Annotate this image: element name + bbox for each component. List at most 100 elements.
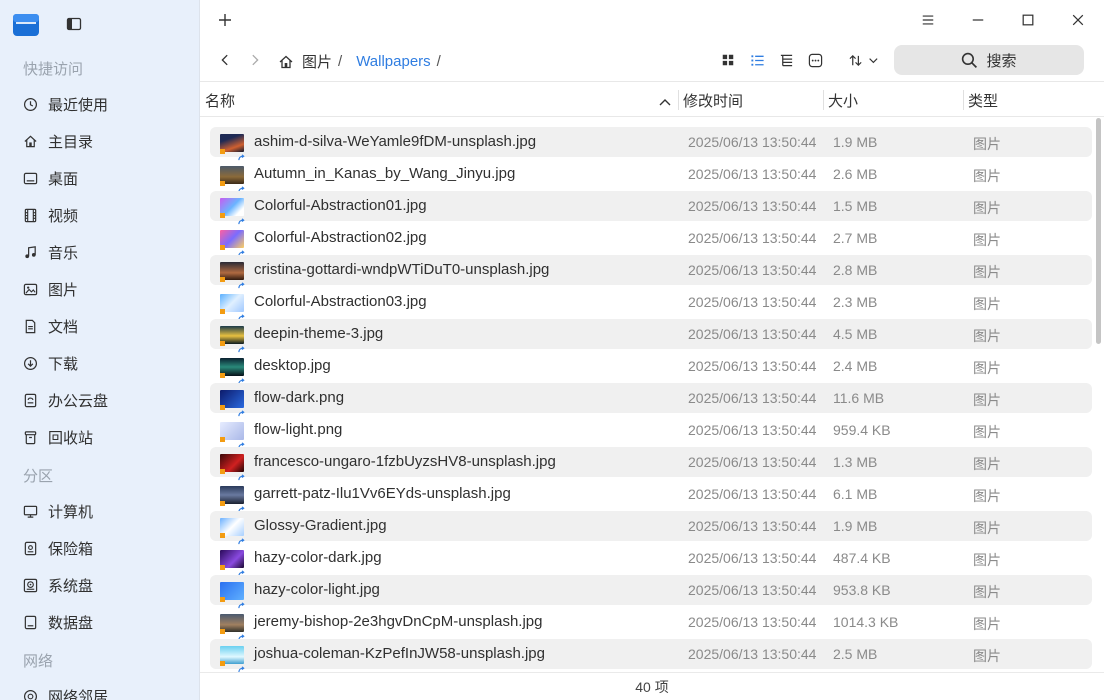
grid-icon	[722, 54, 734, 66]
sidebar-toggle-icon[interactable]	[66, 16, 82, 32]
new-tab-button[interactable]	[215, 10, 235, 30]
file-row[interactable]: jeremy-bishop-2e3hgvDnCpM-unsplash.jpg 20…	[210, 607, 1092, 641]
file-size: 953.8 KB	[833, 582, 891, 598]
file-type-badge-icon	[220, 501, 225, 506]
column-modified[interactable]: 修改时间	[683, 82, 743, 118]
file-row[interactable]: Colorful-Abstraction01.jpg 2025/06/13 13:…	[210, 191, 1092, 225]
sidebar-item-documents[interactable]: 文档	[10, 309, 190, 343]
file-row[interactable]: Colorful-Abstraction03.jpg 2025/06/13 13:…	[210, 287, 1092, 321]
file-modified-time: 2025/06/13 13:50:44	[688, 166, 817, 182]
share-badge-icon	[238, 436, 245, 449]
sidebar-item-data-disk[interactable]: 数据盘	[10, 605, 190, 639]
file-size: 1.3 MB	[833, 454, 878, 470]
sidebar-item-computer[interactable]: 计算机	[10, 494, 190, 528]
file-modified-time: 2025/06/13 13:50:44	[688, 198, 817, 214]
sidebar-item-vault[interactable]: 保险箱	[10, 531, 190, 565]
file-row[interactable]: Colorful-Abstraction02.jpg 2025/06/13 13:…	[210, 223, 1092, 257]
sidebar-item-label: 主目录	[48, 133, 94, 151]
file-row[interactable]: cristina-gottardi-wndpWTiDuT0-unsplash.j…	[210, 255, 1092, 289]
file-row[interactable]: Glossy-Gradient.jpg 2025/06/13 13:50:44 1.…	[210, 511, 1092, 545]
file-name: ashim-d-silva-WeYamle9fDM-unsplash.jpg	[254, 133, 537, 150]
file-type: 图片	[973, 360, 1001, 376]
music-icon	[22, 244, 38, 260]
maximize-button[interactable]	[1018, 10, 1038, 30]
close-button[interactable]	[1068, 10, 1088, 30]
file-row[interactable]: francesco-ungaro-1fzbUyzsHV8-unsplash.jp…	[210, 447, 1092, 481]
file-type: 图片	[973, 488, 1001, 504]
breadcrumb-separator: /	[436, 53, 441, 70]
column-divider[interactable]	[823, 90, 824, 110]
file-size: 1.9 MB	[833, 518, 878, 534]
breadcrumb-current[interactable]: Wallpapers	[356, 53, 430, 70]
file-type-badge-icon	[220, 373, 225, 378]
tree-view-button[interactable]	[776, 50, 796, 70]
forward-button[interactable]	[245, 50, 265, 70]
file-modified-time: 2025/06/13 13:50:44	[688, 486, 817, 502]
vertical-scrollbar[interactable]	[1096, 118, 1101, 344]
breadcrumb-root[interactable]: 图片	[302, 51, 332, 72]
file-name: desktop.jpg	[254, 357, 331, 374]
list-view-button[interactable]	[747, 50, 767, 70]
file-type: 图片	[973, 520, 1001, 536]
icon-view-button[interactable]	[718, 50, 738, 70]
file-row[interactable]: hazy-color-light.jpg 2025/06/13 13:50:44 9…	[210, 575, 1092, 609]
sort-button[interactable]	[845, 50, 883, 70]
sidebar-item-system-disk[interactable]: 系统盘	[10, 568, 190, 602]
sidebar-item-recent[interactable]: 最近使用	[10, 87, 190, 121]
column-size[interactable]: 大小	[828, 82, 858, 118]
sidebar-item-trash[interactable]: 回收站	[10, 420, 190, 454]
column-type[interactable]: 类型	[968, 82, 998, 118]
sidebar-item-label: 视频	[48, 207, 79, 225]
file-modified-time: 2025/06/13 13:50:44	[688, 518, 817, 534]
sidebar-item-videos[interactable]: 视频	[10, 198, 190, 232]
home-icon[interactable]	[278, 54, 294, 70]
share-badge-icon	[238, 180, 245, 193]
file-row[interactable]: flow-light.png 2025/06/13 13:50:44 959.4 K…	[210, 415, 1092, 449]
file-row[interactable]: garrett-patz-Ilu1Vv6EYds-unsplash.jpg 202…	[210, 479, 1092, 513]
file-name: Colorful-Abstraction02.jpg	[254, 229, 427, 246]
column-divider[interactable]	[963, 90, 964, 110]
file-size: 2.6 MB	[833, 166, 878, 182]
file-modified-time: 2025/06/13 13:50:44	[688, 326, 817, 342]
sidebar-item-home[interactable]: 主目录	[10, 124, 190, 158]
file-row[interactable]: joshua-coleman-KzPefInJW58-unsplash.jpg 2…	[210, 639, 1092, 672]
column-name[interactable]: 名称	[205, 82, 675, 118]
file-size: 2.7 MB	[833, 230, 878, 246]
file-size: 2.5 MB	[833, 646, 878, 662]
file-name: jeremy-bishop-2e3hgvDnCpM-unsplash.jpg	[254, 613, 543, 630]
minimize-button[interactable]	[968, 10, 988, 30]
back-button[interactable]	[215, 50, 235, 70]
sidebar-item-cloud-drive[interactable]: 办公云盘	[10, 383, 190, 417]
share-badge-icon	[238, 564, 245, 577]
file-row[interactable]: ashim-d-silva-WeYamle9fDM-unsplash.jpg 20…	[210, 127, 1092, 161]
file-type-badge-icon	[220, 181, 225, 186]
file-modified-time: 2025/06/13 13:50:44	[688, 358, 817, 374]
file-type-badge-icon	[220, 469, 225, 474]
sort-icon	[849, 54, 878, 66]
sidebar-item-downloads[interactable]: 下载	[10, 346, 190, 380]
breadcrumb-separator: /	[338, 53, 343, 70]
sidebar-item-label: 下载	[48, 355, 79, 373]
file-row[interactable]: flow-dark.png 2025/06/13 13:50:44 11.6 MB 图…	[210, 383, 1092, 417]
sidebar-item-music[interactable]: 音乐	[10, 235, 190, 269]
file-type-badge-icon	[220, 565, 225, 570]
main-menu-button[interactable]	[918, 10, 938, 30]
search-button[interactable]: 搜索	[894, 45, 1084, 75]
column-divider[interactable]	[678, 90, 679, 110]
more-options-button[interactable]	[805, 50, 825, 70]
search-label: 搜索	[986, 52, 1017, 70]
column-name-label: 名称	[205, 92, 236, 110]
sidebar-item-desktop[interactable]: 桌面	[10, 161, 190, 195]
sidebar-item-pictures[interactable]: 图片	[10, 272, 190, 306]
share-badge-icon	[238, 244, 245, 257]
file-row[interactable]: deepin-theme-3.jpg 2025/06/13 13:50:44 4.5…	[210, 319, 1092, 353]
document-icon	[22, 318, 38, 334]
sidebar-item-label: 桌面	[48, 170, 79, 188]
sidebar-item-network-neighborhood[interactable]: 网络邻居	[10, 679, 190, 700]
file-row[interactable]: desktop.jpg 2025/06/13 13:50:44 2.4 MB 图片	[210, 351, 1092, 385]
file-type-badge-icon	[220, 629, 225, 634]
file-row[interactable]: Autumn_in_Kanas_by_Wang_Jinyu.jpg 2025/06…	[210, 159, 1092, 193]
file-row[interactable]: hazy-color-dark.jpg 2025/06/13 13:50:44 48…	[210, 543, 1092, 577]
file-modified-time: 2025/06/13 13:50:44	[688, 422, 817, 438]
file-type: 图片	[973, 136, 1001, 152]
